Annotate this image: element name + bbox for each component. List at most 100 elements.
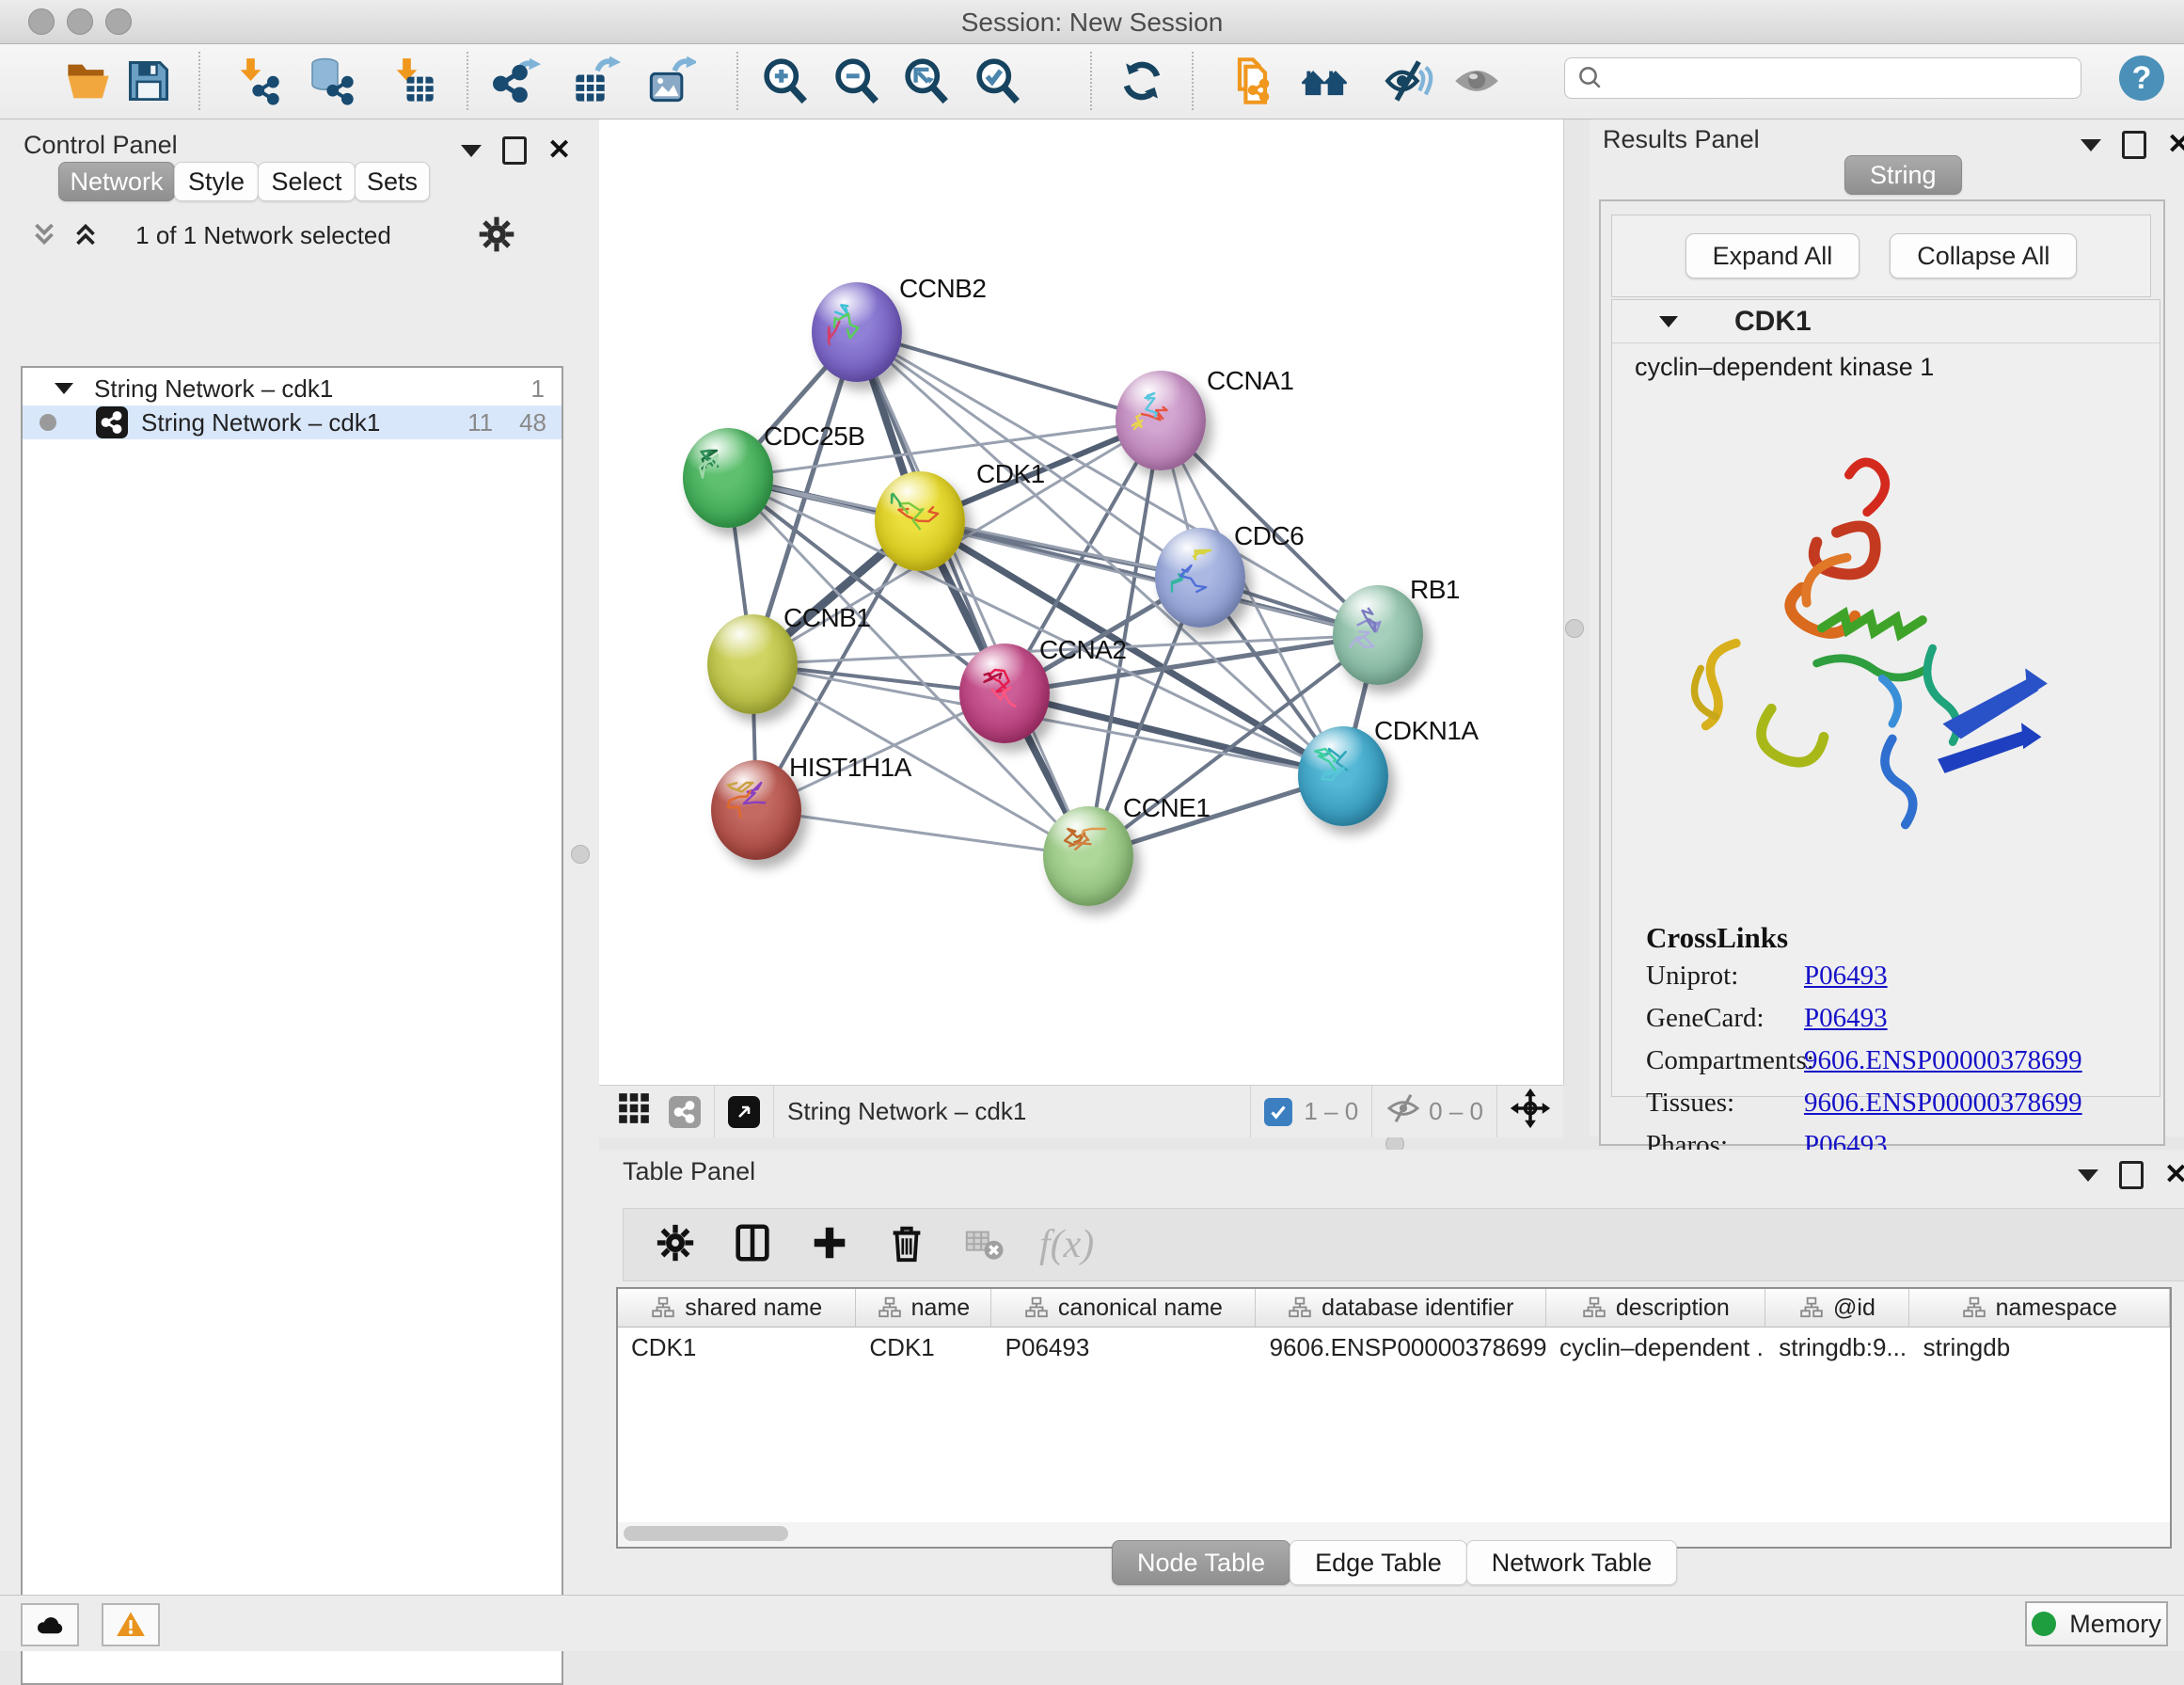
- protein-structure-image: [1640, 413, 2064, 883]
- results-panel: Results Panel ✕ String Expand All Collap…: [1590, 119, 2184, 1137]
- search-input[interactable]: [1605, 63, 2060, 94]
- string-results-box: Expand All Collapse All CDK1 cyclin–depe…: [1599, 199, 2165, 1146]
- delete-column-trash-icon[interactable]: [885, 1221, 928, 1269]
- show-columns-icon[interactable]: [731, 1221, 774, 1269]
- node-count: 11: [467, 408, 493, 437]
- memory-button[interactable]: Memory: [2025, 1601, 2168, 1646]
- show-all-icon[interactable]: [1449, 54, 1504, 108]
- network-view-type-icon[interactable]: [669, 1096, 701, 1128]
- tab-sets[interactable]: Sets: [355, 162, 430, 201]
- vertical-splitter-handle[interactable]: [1565, 619, 1584, 638]
- collapse-all-button[interactable]: Collapse All: [1890, 233, 2077, 278]
- collapse-triangle-icon[interactable]: [1659, 316, 1678, 327]
- table-cell[interactable]: P06493: [992, 1333, 1257, 1362]
- network-edge[interactable]: [756, 810, 1088, 856]
- crosslink-label: Uniprot:: [1646, 961, 1804, 992]
- table-cell[interactable]: 9606.ENSP00000378699: [1257, 1333, 1546, 1362]
- crosslink-link[interactable]: P06493: [1804, 1003, 1888, 1034]
- panel-menu-icon[interactable]: [461, 145, 482, 157]
- zoom-out-icon[interactable]: [829, 54, 883, 108]
- panel-menu-icon[interactable]: [2078, 1169, 2098, 1182]
- warning-icon: [115, 1609, 147, 1641]
- selected-checkbox-icon[interactable]: [1264, 1098, 1292, 1126]
- column-header-label: name: [911, 1295, 971, 1322]
- export-network-icon[interactable]: [489, 54, 544, 108]
- tab-network[interactable]: Network: [58, 162, 175, 201]
- crosslink-link[interactable]: 9606.ENSP00000378699: [1804, 1045, 2082, 1076]
- network-row-selected[interactable]: String Network – cdk1 11 48: [23, 405, 562, 439]
- network-node-hist1h1a[interactable]: [711, 760, 801, 860]
- toolbar-separator: [1192, 52, 1194, 110]
- tab-style[interactable]: Style: [174, 162, 259, 201]
- crosslink-link[interactable]: P06493: [1804, 961, 1888, 992]
- create-column-icon[interactable]: [808, 1221, 851, 1269]
- tab-node-table[interactable]: Node Table: [1112, 1540, 1290, 1585]
- close-panel-icon[interactable]: ✕: [2167, 131, 2184, 159]
- new-network-from-selection-icon[interactable]: [1226, 54, 1280, 108]
- column-header-database-identifier[interactable]: database identifier: [1256, 1289, 1546, 1327]
- float-panel-icon[interactable]: [2119, 1161, 2144, 1189]
- node-label: CCNB2: [899, 274, 986, 304]
- column-header-description[interactable]: description: [1546, 1289, 1765, 1327]
- refresh-icon[interactable]: [1115, 54, 1169, 108]
- close-panel-icon[interactable]: ✕: [2164, 1161, 2184, 1189]
- network-node-cdc25b[interactable]: [683, 428, 773, 528]
- column-header-name[interactable]: name: [856, 1289, 991, 1327]
- network-node-cdk1[interactable]: [875, 471, 965, 571]
- table-cell[interactable]: CDK1: [856, 1333, 991, 1362]
- import-network-from-database-icon[interactable]: [304, 54, 358, 108]
- zoom-fit-content-icon[interactable]: [898, 54, 953, 108]
- search-icon: [1576, 64, 1605, 92]
- grid-view-icon[interactable]: [616, 1090, 652, 1133]
- table-cell[interactable]: stringdb: [1910, 1333, 2170, 1362]
- vertical-splitter-handle[interactable]: [571, 845, 590, 864]
- network-node-ccna1[interactable]: [1116, 371, 1206, 470]
- table-cell[interactable]: cyclin–dependent ...: [1546, 1333, 1765, 1362]
- column-header-shared-name[interactable]: shared name: [618, 1289, 856, 1327]
- tab-select[interactable]: Select: [258, 162, 356, 201]
- import-table-icon[interactable]: [386, 54, 440, 108]
- collapse-triangle-icon[interactable]: [55, 383, 73, 394]
- help-icon[interactable]: ?: [2119, 56, 2164, 101]
- network-canvas[interactable]: CCNB2CCNA1CDC25BCDK1CDC6RB1CCNB1CCNA2CDK…: [599, 119, 1564, 1085]
- network-node-ccna2[interactable]: [959, 644, 1050, 743]
- tab-network-table[interactable]: Network Table: [1466, 1540, 1678, 1585]
- gene-section-header[interactable]: CDK1: [1612, 300, 2160, 343]
- hide-selection-icon[interactable]: [1382, 54, 1436, 108]
- column-header-@id[interactable]: @id: [1765, 1289, 1909, 1327]
- network-node-cdc6[interactable]: [1155, 528, 1245, 628]
- float-panel-icon[interactable]: [502, 136, 527, 165]
- network-collection-row[interactable]: String Network – cdk1 1: [23, 372, 562, 405]
- cloud-status-button[interactable]: [21, 1603, 79, 1646]
- zoom-selected-icon[interactable]: [970, 54, 1024, 108]
- scrollbar-thumb[interactable]: [624, 1526, 788, 1541]
- import-network-from-file-icon[interactable]: [229, 54, 284, 108]
- save-session-icon[interactable]: [121, 54, 176, 108]
- close-panel-icon[interactable]: ✕: [547, 136, 571, 165]
- crosslink-link[interactable]: 9606.ENSP00000378699: [1804, 1088, 2082, 1119]
- table-cell[interactable]: CDK1: [618, 1333, 856, 1362]
- birds-eye-view-icon[interactable]: [1511, 1089, 1550, 1135]
- tab-string[interactable]: String: [1844, 155, 1962, 195]
- first-neighbors-icon[interactable]: [1297, 54, 1352, 108]
- zoom-in-icon[interactable]: [757, 54, 812, 108]
- float-panel-icon[interactable]: [2122, 131, 2146, 159]
- network-node-ccne1[interactable]: [1043, 806, 1133, 906]
- warnings-button[interactable]: [102, 1603, 160, 1646]
- column-header-canonical-name[interactable]: canonical name: [991, 1289, 1256, 1327]
- open-file-icon[interactable]: [61, 54, 116, 108]
- detach-view-icon[interactable]: [728, 1096, 760, 1128]
- toolbar-separator: [467, 52, 468, 110]
- export-image-icon[interactable]: [644, 54, 699, 108]
- tab-edge-table[interactable]: Edge Table: [1290, 1540, 1467, 1585]
- column-header-namespace[interactable]: namespace: [1909, 1289, 2170, 1327]
- panel-menu-icon[interactable]: [2081, 139, 2101, 151]
- network-node-ccnb2[interactable]: [812, 282, 902, 382]
- network-options-gear-icon[interactable]: [476, 214, 517, 260]
- table-cell[interactable]: stringdb:9...: [1765, 1333, 1909, 1362]
- export-table-icon[interactable]: [569, 54, 624, 108]
- table-options-gear-icon[interactable]: [654, 1221, 697, 1269]
- expand-all-button[interactable]: Expand All: [1685, 233, 1860, 278]
- table-row[interactable]: CDK1CDK1P064939606.ENSP00000378699cyclin…: [618, 1327, 2170, 1367]
- network-edge[interactable]: [857, 332, 1161, 421]
